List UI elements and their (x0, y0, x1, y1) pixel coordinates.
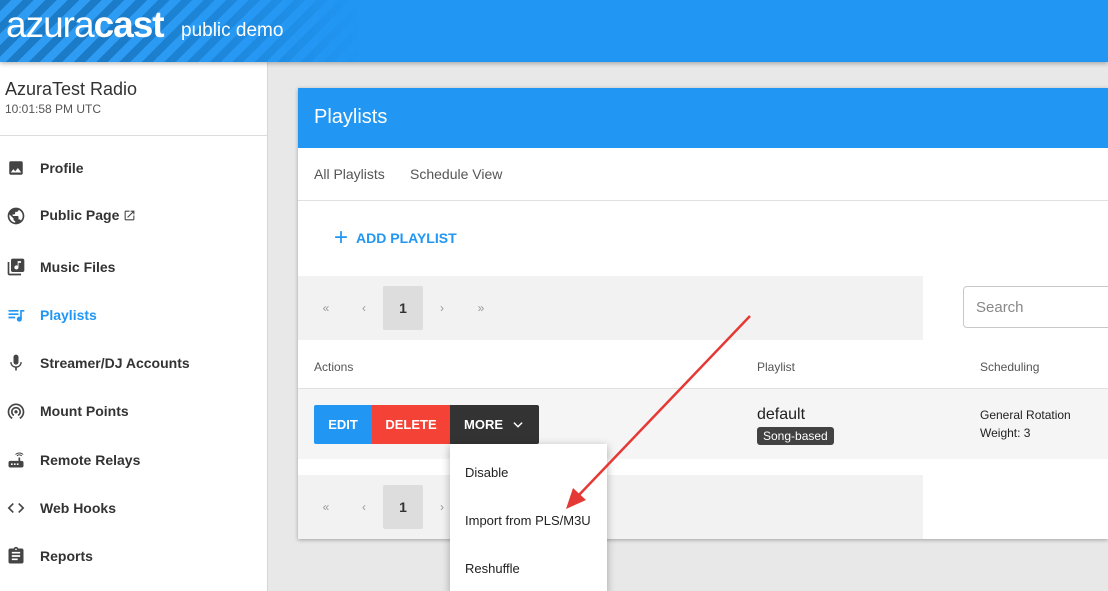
broadcast-icon (6, 401, 26, 421)
edit-button[interactable]: EDIT (314, 405, 372, 444)
image-icon (6, 158, 26, 178)
external-link-icon (123, 209, 136, 225)
station-info: AzuraTest Radio 10:01:58 PM UTC (0, 62, 267, 136)
column-header-playlist[interactable]: Playlist (757, 360, 795, 374)
sidebar-item-label: Remote Relays (40, 452, 141, 468)
sidebar-item-label: Public Page (40, 207, 136, 225)
tab-bar: All Playlists Schedule View (298, 148, 1108, 201)
sidebar-item-music-files[interactable]: Music Files (0, 247, 267, 287)
column-header-scheduling: Scheduling (980, 360, 1040, 374)
router-icon (6, 450, 26, 470)
pagination-top: « ‹ 1 › » (298, 276, 923, 340)
card-title: Playlists (298, 88, 1108, 148)
sidebar-item-label: Playlists (40, 307, 97, 323)
sidebar-item-label: Mount Points (40, 403, 129, 419)
menu-item-import-pls-m3u[interactable]: Import from PLS/M3U (465, 513, 591, 528)
chevron-down-icon (511, 418, 525, 432)
more-button[interactable]: MORE (450, 405, 539, 444)
status-badge: Song-based (757, 427, 834, 445)
sidebar-item-text: Public Page (40, 207, 120, 223)
brand-light: azura (6, 4, 95, 45)
tab-all-playlists[interactable]: All Playlists (314, 166, 385, 182)
menu-item-disable[interactable]: Disable (465, 465, 508, 480)
tab-schedule-view[interactable]: Schedule View (410, 166, 502, 182)
code-icon (6, 498, 26, 518)
station-name: AzuraTest Radio (5, 79, 138, 99)
sidebar-item-reports[interactable]: Reports (0, 536, 267, 576)
station-time: 10:01:58 PM UTC (5, 102, 102, 116)
page-prev-button[interactable]: ‹ (344, 286, 384, 330)
microphone-icon (6, 353, 26, 373)
plus-icon: + (334, 224, 349, 251)
schedule-weight: Weight: 3 (980, 426, 1031, 440)
sidebar-item-label: Reports (40, 548, 93, 564)
column-header-actions: Actions (314, 360, 354, 374)
page-current-button[interactable]: 1 (383, 485, 423, 529)
sidebar-item-playlists[interactable]: Playlists (0, 295, 267, 335)
menu-item-reshuffle[interactable]: Reshuffle (465, 561, 520, 576)
playlist-icon (6, 305, 26, 325)
page-next-button[interactable]: › (422, 286, 462, 330)
page-current-button[interactable]: 1 (383, 286, 423, 330)
sidebar: AzuraTest Radio 10:01:58 PM UTC Profile … (0, 62, 268, 591)
schedule-type: General Rotation (980, 408, 1071, 422)
page-prev-button[interactable]: ‹ (344, 485, 384, 529)
sidebar-item-label: Streamer/DJ Accounts (40, 355, 190, 371)
music-library-icon (6, 257, 26, 277)
sidebar-item-mount-points[interactable]: Mount Points (0, 391, 267, 431)
top-app-bar: azuracast public demo (0, 0, 1108, 62)
page-first-button[interactable]: « (306, 286, 346, 330)
sidebar-item-label: Profile (40, 160, 84, 176)
more-dropdown-menu: Disable Import from PLS/M3U Reshuffle (450, 444, 607, 591)
more-label: MORE (464, 417, 503, 432)
sidebar-item-label: Web Hooks (40, 500, 116, 516)
brand-subtitle: public demo (181, 20, 284, 41)
globe-icon (6, 206, 26, 226)
delete-button[interactable]: DELETE (372, 405, 450, 444)
clipboard-icon (6, 546, 26, 566)
playlist-name: default (757, 406, 806, 423)
sidebar-item-web-hooks[interactable]: Web Hooks (0, 488, 267, 528)
pagination-bottom: « ‹ 1 › (298, 475, 923, 539)
page-first-button[interactable]: « (306, 485, 346, 529)
brand-bold: cast (93, 4, 165, 45)
add-playlist-button[interactable]: + ADD PLAYLIST (334, 224, 457, 251)
sidebar-item-public-page[interactable]: Public Page (0, 196, 267, 236)
add-playlist-label: ADD PLAYLIST (356, 230, 457, 246)
sidebar-item-profile[interactable]: Profile (0, 148, 267, 188)
page-last-button[interactable]: » (461, 286, 501, 330)
sidebar-item-streamer-dj-accounts[interactable]: Streamer/DJ Accounts (0, 343, 267, 383)
sidebar-item-remote-relays[interactable]: Remote Relays (0, 440, 267, 480)
sidebar-item-label: Music Files (40, 259, 116, 275)
brand-logo[interactable]: azuracast (6, 4, 165, 46)
playlists-card: Playlists All Playlists Schedule View + … (298, 88, 1108, 539)
search-input[interactable] (963, 286, 1108, 328)
